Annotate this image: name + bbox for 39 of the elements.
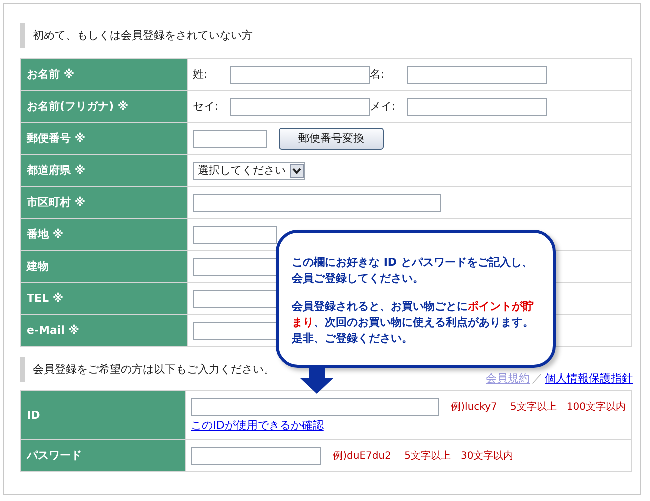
link-separator: ／ — [532, 371, 543, 386]
field-label: 名: — [370, 67, 386, 82]
field-label: メイ: — [370, 99, 397, 114]
callout-text: この欄にお好きな ID とパスワードをご記入し、会員ご登録してください。 — [292, 255, 534, 287]
field-label: お名前 ※ — [20, 58, 188, 90]
caret-icon — [290, 164, 304, 178]
input-field[interactable] — [407, 98, 547, 116]
input-field[interactable] — [191, 446, 322, 464]
input-field[interactable] — [230, 98, 370, 116]
input-field[interactable] — [230, 66, 370, 84]
input-field[interactable] — [193, 258, 277, 276]
field-label: 郵便番号 ※ — [20, 122, 188, 154]
field-label: 番地 ※ — [20, 218, 188, 250]
field-label: 建物 — [20, 250, 188, 282]
field-label: 姓: — [193, 67, 209, 82]
field-label: 都道府県 ※ — [20, 154, 188, 186]
field-label: TEL ※ — [20, 282, 188, 314]
input-field[interactable] — [193, 322, 277, 340]
input-field[interactable] — [193, 290, 277, 308]
input-field[interactable] — [193, 130, 267, 148]
field-label: パスワード — [20, 440, 186, 472]
callout-text: 会員登録されると、お買い物ごとにポイントが貯まり、次回のお買い物に使える利点があります。是非、ご登録ください。 — [292, 299, 535, 347]
input-field[interactable] — [407, 66, 547, 84]
postal-convert-button[interactable]: 郵便番号変換 — [279, 128, 384, 150]
input-field[interactable] — [193, 226, 277, 244]
section-heading: 初めて、もしくは会員登録をされていない方 — [20, 23, 633, 48]
id-check-link[interactable]: このIDが使用できるか確認 — [191, 418, 626, 432]
section-heading: 会員登録をご希望の方は以下もご入力ください。 — [20, 357, 275, 382]
field-label: ID — [20, 390, 186, 440]
input-field[interactable] — [191, 398, 440, 416]
field-label: 市区町村 ※ — [20, 186, 188, 218]
privacy-policy-link[interactable]: 個人情報保護指針 — [545, 371, 633, 386]
prefecture-dropdown[interactable]: 選択してください — [193, 162, 305, 180]
field-label: セイ: — [193, 99, 220, 114]
field-hint: 例)lucky7 5文字以上 100文字以内 — [451, 400, 626, 414]
input-field[interactable] — [193, 194, 441, 212]
field-hint: 例)duE7du2 5文字以上 30文字以内 — [333, 450, 514, 462]
field-label: e-Mail ※ — [20, 314, 188, 346]
field-label: お名前(フリガナ) ※ — [20, 90, 188, 122]
